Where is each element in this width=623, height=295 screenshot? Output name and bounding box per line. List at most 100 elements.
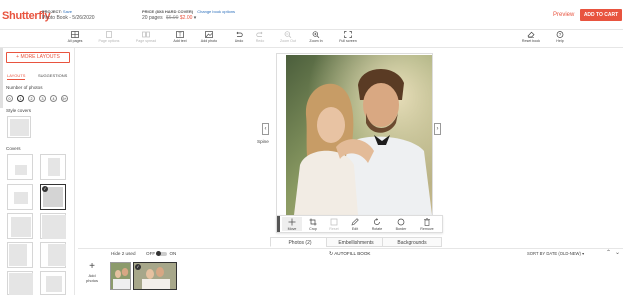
project-name[interactable]: Photo Book - 5/26/2020 <box>42 15 95 21</box>
panel-collapse-handle[interactable] <box>0 48 3 108</box>
move-button[interactable]: Move <box>282 217 302 231</box>
layout-placeholder <box>10 119 29 136</box>
cover-layout-thumb-selected[interactable]: ✓ <box>40 184 66 210</box>
cover-layout-thumb[interactable] <box>40 213 66 239</box>
zoom-in-icon <box>312 31 320 38</box>
layout-placeholder <box>14 192 28 204</box>
spread-icon <box>142 31 150 38</box>
photo-count-1[interactable]: 1 <box>17 95 24 102</box>
photo-count-5-plus[interactable]: 5+ <box>61 95 68 102</box>
layout-placeholder <box>46 276 62 292</box>
cover-page[interactable] <box>276 53 433 218</box>
couple-photo[interactable] <box>286 55 432 215</box>
photo-icon <box>205 31 213 38</box>
border-icon <box>397 218 405 226</box>
save-link[interactable]: Save <box>63 9 72 14</box>
cover-layout-thumb[interactable] <box>7 184 33 210</box>
page-options-button[interactable]: Page options <box>92 30 126 43</box>
tab-photos[interactable]: Photos (2) <box>270 237 330 247</box>
fullscreen-icon <box>344 31 352 38</box>
cover-layout-thumb[interactable] <box>7 154 33 180</box>
crop-button[interactable]: Crop <box>303 217 323 231</box>
all-pages-button[interactable]: All pages <box>58 30 92 43</box>
hide-used-toggle[interactable]: OFF ON <box>146 251 176 256</box>
tab-backgrounds[interactable]: Backgrounds <box>382 237 442 247</box>
zoom-in-button[interactable]: Zoom In <box>299 30 333 43</box>
next-page-button[interactable]: › <box>434 123 441 135</box>
pencil-icon <box>351 218 359 226</box>
edit-button[interactable]: Edit <box>345 217 365 231</box>
eraser-icon <box>527 31 535 38</box>
hide-used-label: Hide 2 used <box>111 251 136 256</box>
tab-suggestions[interactable]: SUGGESTIONS <box>38 73 67 78</box>
svg-text:?: ? <box>559 32 562 37</box>
redo-icon <box>256 31 263 37</box>
checkmark-icon: ✓ <box>135 264 141 270</box>
tools-grip <box>277 216 280 232</box>
plus-icon: + <box>89 261 95 272</box>
expand-tray-icon[interactable]: ⌄ <box>615 249 620 256</box>
prev-page-button[interactable]: ‹ <box>262 123 269 135</box>
autofill-book-button[interactable]: ↻ AUTOFILL BOOK <box>329 251 370 257</box>
help-button[interactable]: ? Help <box>543 30 577 43</box>
tray-photo-thumb[interactable] <box>110 262 131 290</box>
page-icon <box>106 31 112 38</box>
layout-placeholder <box>48 158 60 176</box>
cover-layout-thumb[interactable] <box>40 242 66 268</box>
sort-dropdown[interactable]: SORT BY DATE (OLD-NEW) ▾ <box>527 251 584 256</box>
crop-icon <box>309 218 317 226</box>
page-spread-button[interactable]: Page spread <box>129 30 163 43</box>
tab-layouts[interactable]: LAYOUTS <box>7 73 26 80</box>
style-covers-label: Style covers <box>6 108 32 113</box>
layout-placeholder <box>48 244 66 266</box>
header: Shutterfly PROJECT: Save Photo Book - 5/… <box>0 0 623 30</box>
layout-placeholder <box>9 244 27 266</box>
checkmark-icon: ✓ <box>42 186 48 192</box>
style-cover-thumb[interactable] <box>7 116 31 138</box>
photo-tools-bar: Move Crop Reset Edit Rotate Border Remov… <box>276 215 443 233</box>
toolbar: All pages Page options Page spread T Add… <box>0 30 623 48</box>
photo-count-4[interactable]: 4 <box>50 95 57 102</box>
move-icon <box>288 218 296 226</box>
cover-layout-thumb[interactable] <box>40 271 66 295</box>
toggle-knob <box>156 251 161 256</box>
full-screen-button[interactable]: Full screen <box>331 30 365 43</box>
rotate-button[interactable]: Rotate <box>367 217 387 231</box>
layout-placeholder <box>42 215 66 239</box>
chevron-down-icon: ▾ <box>582 251 585 256</box>
more-layouts-button[interactable]: + MORE LAYOUTS <box>6 52 70 63</box>
add-photos-button[interactable]: + Add photos <box>83 261 101 291</box>
photo-count-2[interactable]: 2 <box>28 95 35 102</box>
layout-placeholder <box>15 165 27 175</box>
svg-text:T: T <box>178 32 181 38</box>
cover-layout-thumb[interactable] <box>40 154 66 180</box>
help-icon: ? <box>556 31 564 38</box>
grid-icon <box>71 31 79 38</box>
cover-layout-thumb[interactable] <box>7 213 33 239</box>
remove-button[interactable]: Remove <box>417 217 437 231</box>
zoom-out-icon <box>284 31 292 38</box>
price-label-row: PRICE (8x8 Hard Cover) Change book optio… <box>142 9 236 14</box>
price-value[interactable]: 20 pages $6.99 $2.00 ▾ <box>142 15 196 21</box>
reset-button[interactable]: Reset <box>324 217 344 231</box>
tab-embellishments[interactable]: Embellishments <box>326 237 386 247</box>
add-to-cart-button[interactable]: ADD TO CART <box>580 9 622 21</box>
add-photo-button[interactable]: Add photo <box>192 30 226 43</box>
layout-placeholder <box>11 217 31 237</box>
text-icon: T <box>176 31 184 38</box>
cover-layout-thumb[interactable] <box>7 271 33 295</box>
project-label: PROJECT: Save <box>42 9 73 14</box>
trash-icon <box>424 218 430 226</box>
tray-photo-image <box>111 263 130 289</box>
collapse-tray-icon[interactable]: ⌃ <box>606 249 611 256</box>
change-book-options-link[interactable]: Change book options <box>197 9 235 14</box>
old-price: $6.99 <box>165 15 179 21</box>
cover-layout-thumb[interactable] <box>7 242 33 268</box>
preview-link[interactable]: Preview <box>553 12 574 18</box>
photo-count-0[interactable]: 0 <box>6 95 13 102</box>
refresh-icon: ↻ <box>329 251 334 257</box>
photo-count-3[interactable]: 3 <box>39 95 46 102</box>
tray-photo-thumb-used[interactable]: ✓ <box>133 262 177 290</box>
border-button[interactable]: Border <box>391 217 411 231</box>
chevron-down-icon[interactable]: ▾ <box>194 15 197 21</box>
